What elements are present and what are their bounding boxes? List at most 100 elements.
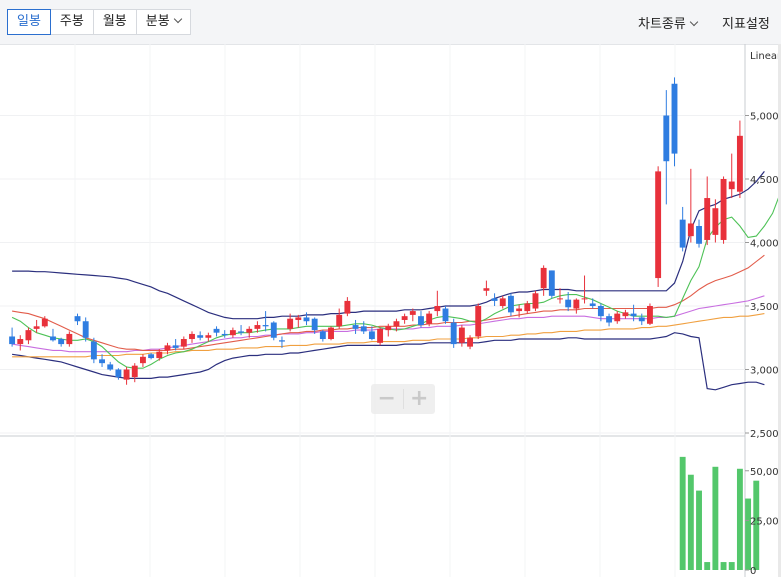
candle (17, 335, 24, 351)
candle (107, 361, 114, 371)
candle (25, 327, 32, 345)
zoom-in-button[interactable]: + (404, 384, 436, 414)
candle (238, 325, 245, 336)
candle-body (565, 299, 572, 308)
candle (458, 325, 465, 347)
candle (66, 331, 73, 347)
candle-body (17, 339, 24, 345)
candle-body (221, 333, 228, 336)
candle (540, 265, 547, 296)
candle-body (107, 364, 114, 370)
candle (409, 308, 416, 322)
candle (197, 331, 204, 341)
candle (180, 336, 187, 350)
candle (9, 327, 16, 347)
candle-body (238, 331, 245, 333)
candle-body (156, 351, 163, 359)
candle-body (131, 365, 138, 378)
tab-weekly[interactable]: 주봉 (49, 9, 94, 35)
candle (50, 328, 56, 342)
volume-bar (679, 456, 686, 570)
candle-body (426, 313, 433, 324)
candle (303, 312, 310, 326)
candle-body (450, 322, 457, 345)
candle (139, 354, 146, 367)
candle-body (205, 335, 212, 338)
candle (647, 303, 653, 326)
candle (360, 321, 367, 334)
bollinger-upper-line (12, 171, 765, 320)
indicator-label: 지표설정 (722, 17, 770, 32)
candle (189, 331, 195, 343)
stock-chart[interactable]: Linear 2,500 3,000 3,500 4,000 4,500 5,000 0 25,… (0, 44, 781, 577)
indicator-menu[interactable]: 지표설정 (722, 13, 770, 32)
candle-body (319, 331, 326, 340)
candle-body (638, 317, 645, 322)
candle (638, 313, 645, 326)
candle (368, 326, 375, 341)
tab-monthly[interactable]: 월봉 (92, 9, 137, 35)
candle (90, 337, 97, 364)
candle-body (368, 331, 375, 340)
volume-bar (736, 468, 743, 570)
chart-toolbar: 일봉 주봉 월봉 분봉 차트종류 지표설정 (0, 0, 781, 45)
candle (655, 166, 662, 287)
candle-body (41, 318, 48, 327)
candle-body (483, 288, 490, 291)
tab-minute[interactable]: 분봉 (135, 9, 191, 35)
candle (442, 306, 449, 324)
chart-type-menu[interactable]: 차트종류 (638, 13, 699, 32)
candle-body (139, 356, 146, 364)
candle-body (434, 306, 441, 312)
candle-body (507, 295, 514, 313)
candle (123, 366, 130, 385)
candle-body (524, 303, 531, 312)
candle-body (270, 322, 277, 338)
candle-body (606, 316, 613, 323)
candle-body (475, 306, 482, 337)
candle-body (736, 135, 743, 192)
candle-body (589, 303, 596, 306)
tab-daily[interactable]: 일봉 (7, 9, 51, 35)
candle (614, 311, 621, 324)
volume-tick-label: 50,000, (750, 467, 781, 478)
candle-body (189, 333, 195, 340)
candle-body (197, 335, 204, 338)
candle (401, 313, 408, 324)
volume-tick-label: 25,000, (750, 516, 781, 527)
candle-body (597, 306, 604, 317)
volume-bars (679, 456, 760, 570)
candle-body (360, 326, 367, 332)
zoom-controls: − + (371, 384, 435, 414)
candle (728, 153, 735, 199)
zoom-out-button[interactable]: − (371, 384, 403, 414)
candle (148, 352, 155, 360)
candle-body (614, 313, 621, 322)
candle-body (499, 298, 506, 306)
candle (221, 330, 228, 338)
candle-body (262, 325, 269, 327)
candle-body (655, 171, 662, 279)
price-tick-label: 5,000 (750, 112, 779, 123)
candle (377, 327, 384, 346)
candle-body (99, 359, 105, 364)
candle (131, 363, 138, 383)
candle-body (696, 225, 702, 244)
candle-body (728, 181, 735, 190)
candle-body (679, 219, 686, 248)
candle-body (442, 308, 449, 322)
candle-body (229, 330, 236, 336)
candle-body (720, 179, 727, 240)
candle (483, 280, 490, 296)
candle-body (115, 369, 122, 378)
candle (336, 308, 343, 329)
scale-label: Linear (750, 51, 781, 62)
candle-body (630, 313, 637, 317)
volume-bar (687, 474, 694, 570)
candle-body (254, 325, 261, 329)
volume-bar (720, 562, 727, 570)
candle-body (532, 293, 539, 309)
candle (58, 337, 65, 347)
volume-bar (704, 562, 711, 570)
candle-body (663, 115, 670, 162)
